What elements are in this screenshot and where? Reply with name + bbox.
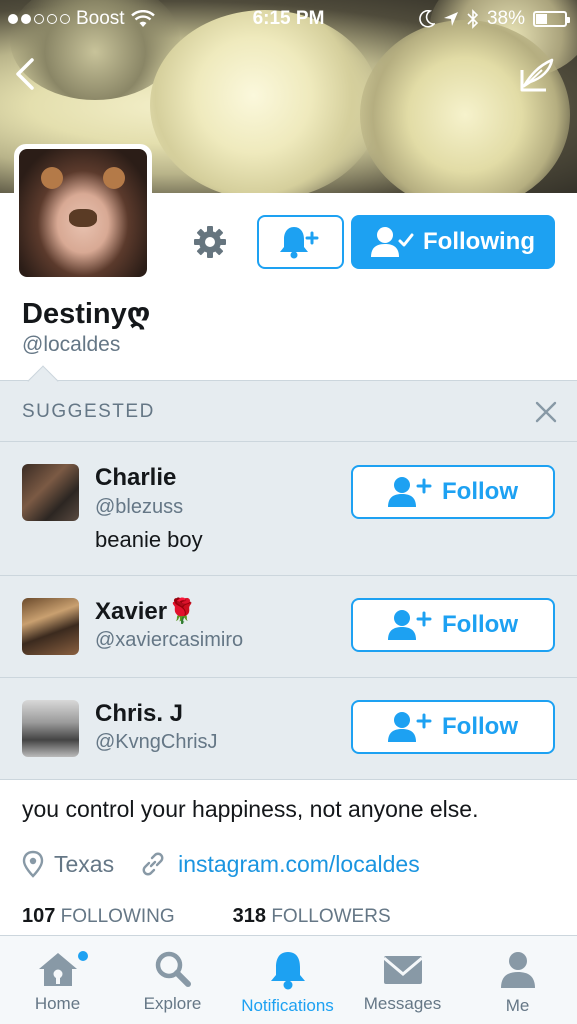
person-check-icon xyxy=(371,227,414,257)
location-pin-icon xyxy=(22,850,44,878)
tab-me[interactable]: Me xyxy=(460,936,575,1024)
follow-button[interactable]: Follow xyxy=(351,465,555,519)
compose-tweet-button[interactable] xyxy=(516,56,558,96)
divider xyxy=(0,779,577,780)
tab-me-label: Me xyxy=(505,996,530,1015)
suggested-user-name[interactable]: Charlie xyxy=(95,464,176,492)
tab-explore-label: Explore xyxy=(143,994,202,1013)
bell-icon xyxy=(270,952,305,990)
person-plus-icon xyxy=(388,477,432,507)
suggested-user-name[interactable]: Chris. J xyxy=(95,700,183,728)
person-plus-icon xyxy=(388,610,432,640)
follow-button-label: Follow xyxy=(442,713,518,740)
battery-percent: 38% xyxy=(486,8,525,29)
profile-location: Texas xyxy=(54,850,115,877)
following-button-label: Following xyxy=(423,228,535,255)
profile-handle: @localdes xyxy=(22,333,121,356)
profile-avatar[interactable] xyxy=(14,144,152,282)
home-icon xyxy=(38,953,77,986)
follow-button-label: Follow xyxy=(442,478,518,505)
profile-name: Destinyღ xyxy=(22,298,151,330)
profile-website-link[interactable]: instagram.com/localdes xyxy=(178,851,420,878)
location-arrow-icon xyxy=(443,12,458,26)
divider xyxy=(0,441,577,442)
divider xyxy=(0,677,577,678)
follow-button-label: Follow xyxy=(442,611,518,638)
battery-icon xyxy=(533,11,570,27)
home-unread-indicator xyxy=(78,951,88,961)
search-icon xyxy=(155,951,191,987)
tab-home-label: Home xyxy=(34,994,81,1013)
back-button[interactable] xyxy=(12,56,40,92)
suggested-user-handle: @blezuss xyxy=(95,496,184,518)
tab-notifications-label: Notifications xyxy=(241,996,334,1015)
quill-icon xyxy=(520,58,554,92)
profile-meta: Texas instagram.com/localdes xyxy=(22,850,420,878)
follow-button[interactable]: Follow xyxy=(351,598,555,652)
close-icon xyxy=(535,401,557,423)
profile-stats: 107 FOLLOWING 318 FOLLOWERS xyxy=(22,905,391,928)
followers-count-link[interactable]: 318 FOLLOWERS xyxy=(233,905,391,928)
link-icon xyxy=(142,852,164,876)
envelope-icon xyxy=(382,956,423,984)
follow-button[interactable]: Follow xyxy=(351,700,555,754)
tab-explore[interactable]: Explore xyxy=(115,936,230,1024)
person-icon xyxy=(500,952,535,988)
divider xyxy=(0,575,577,576)
profile-bio: you control your happiness, not anyone e… xyxy=(22,796,479,822)
bluetooth-icon xyxy=(467,9,479,29)
suggested-user-handle: @KvngChrisJ xyxy=(95,731,218,753)
suggested-user-avatar[interactable] xyxy=(22,598,79,655)
suggested-user-avatar[interactable] xyxy=(22,700,79,757)
person-plus-icon xyxy=(388,712,432,742)
suggested-user-bio: beanie boy xyxy=(95,527,203,552)
tab-notifications[interactable]: Notifications xyxy=(230,936,345,1024)
suggested-user-name[interactable]: Xavier🌹 xyxy=(95,597,197,626)
tab-home[interactable]: Home xyxy=(0,936,115,1024)
following-button[interactable]: Following xyxy=(351,215,555,269)
tab-messages-label: Messages xyxy=(363,994,442,1013)
gear-icon xyxy=(194,226,226,258)
following-count-link[interactable]: 107 FOLLOWING xyxy=(22,905,175,928)
chevron-left-icon xyxy=(16,58,34,90)
bottom-tab-bar: Home Explore Notifications Messages Me xyxy=(0,935,577,1024)
status-bar: Boost 6:15 PM 38% xyxy=(0,0,577,40)
moon-icon xyxy=(419,10,435,28)
notifications-toggle-button[interactable] xyxy=(257,215,344,269)
bell-plus-icon xyxy=(279,227,318,259)
settings-button[interactable] xyxy=(190,222,230,262)
tab-messages[interactable]: Messages xyxy=(345,936,460,1024)
dismiss-suggested-button[interactable] xyxy=(532,398,560,426)
suggested-user-handle: @xaviercasimiro xyxy=(95,629,244,651)
suggested-header: SUGGESTED xyxy=(22,401,155,422)
suggested-user-avatar[interactable] xyxy=(22,464,79,521)
